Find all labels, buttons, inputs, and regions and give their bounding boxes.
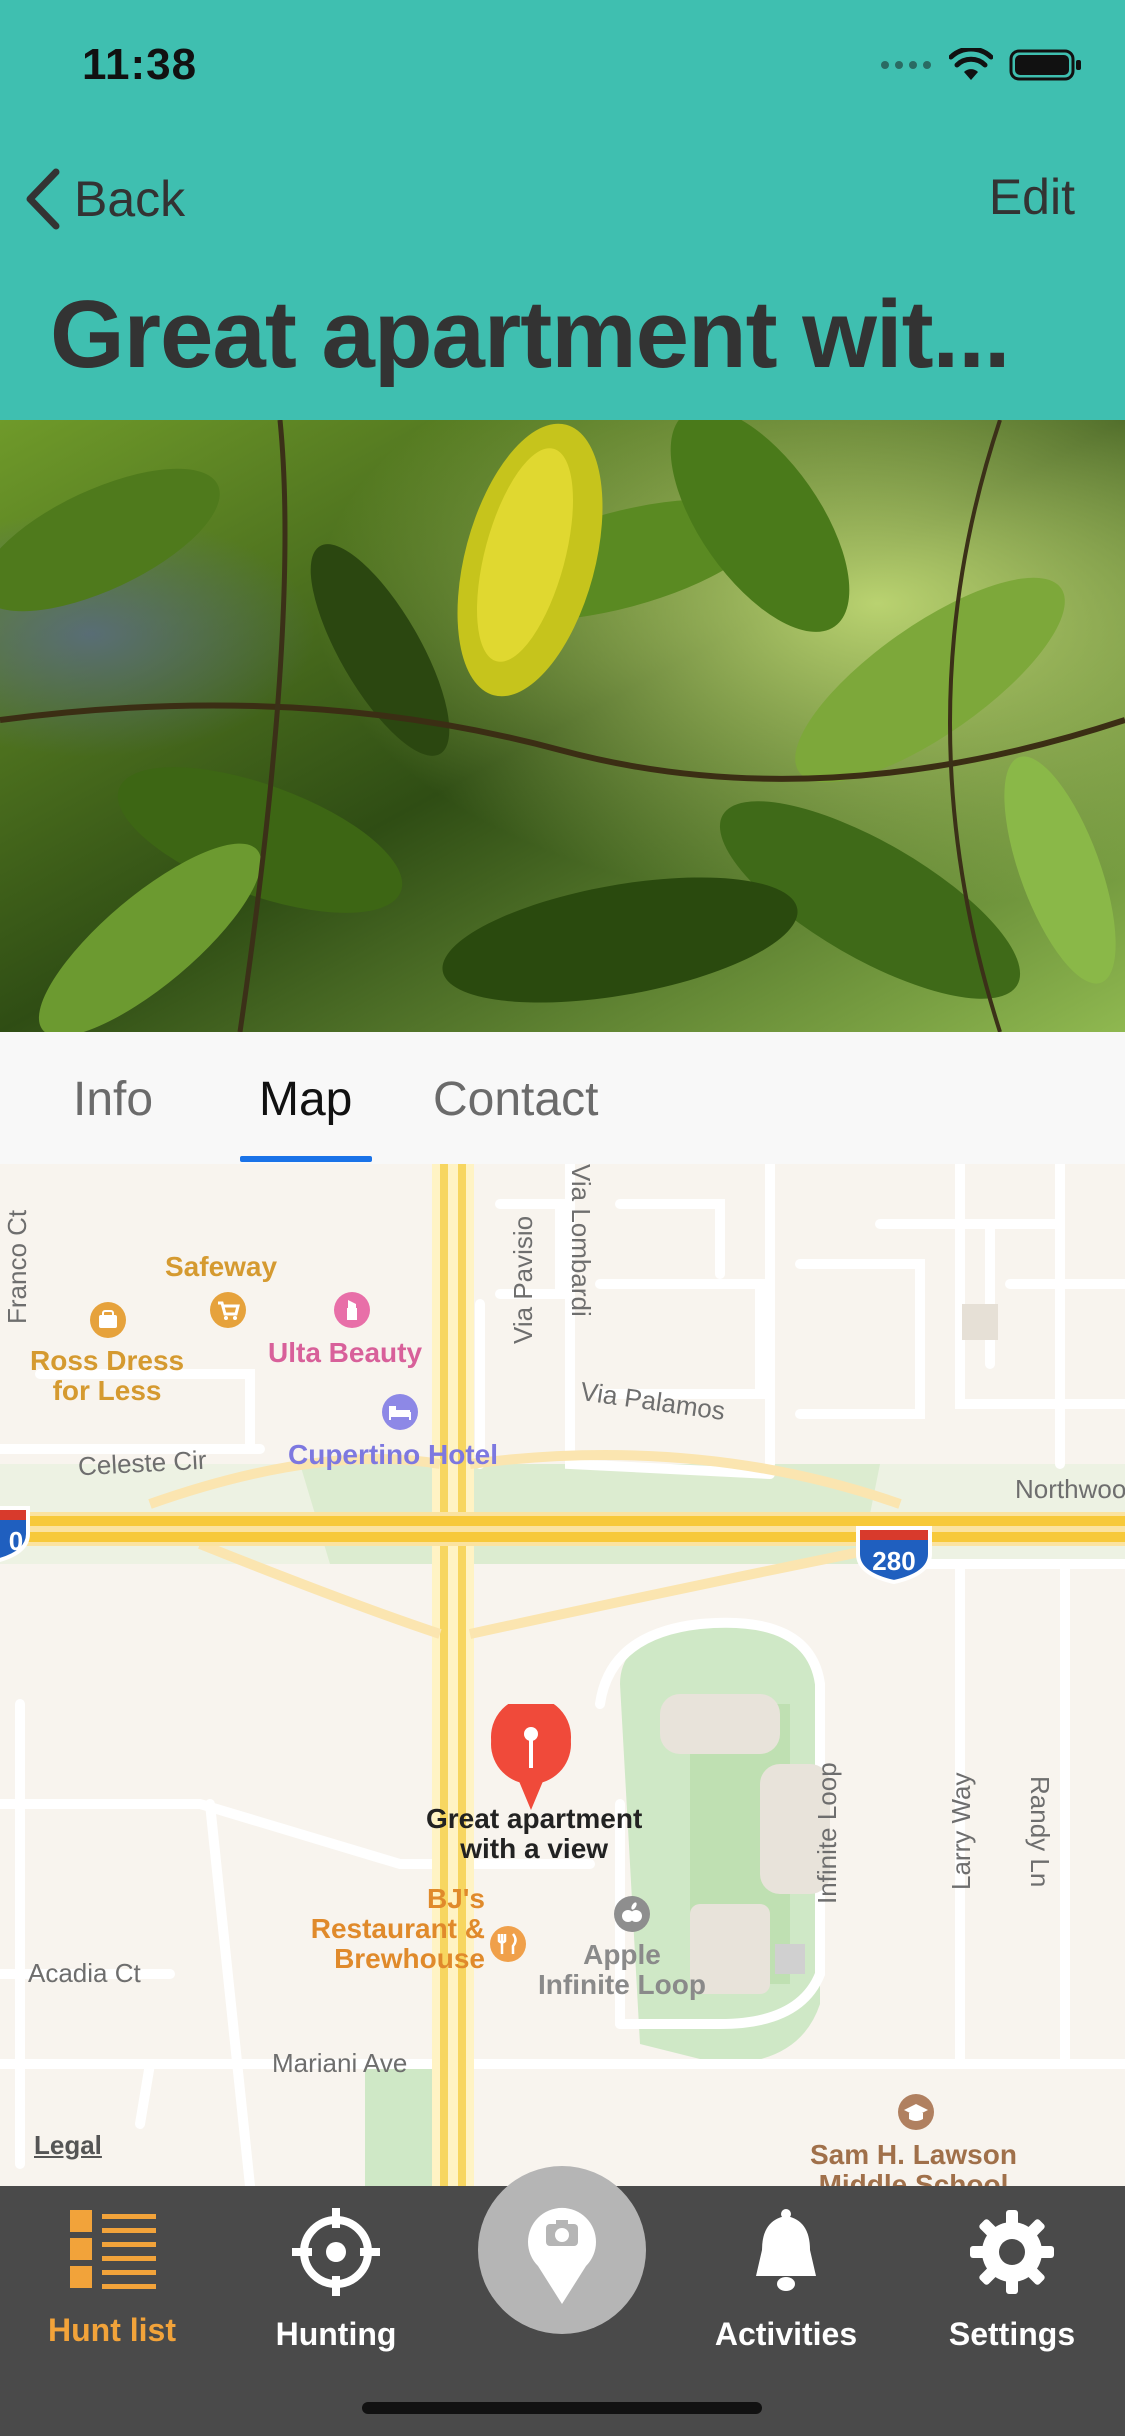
back-button[interactable]: Back	[24, 168, 185, 230]
add-photo-button[interactable]	[478, 2166, 646, 2334]
gear-icon	[970, 2210, 1054, 2294]
poi-school[interactable]: Sam H. Lawson Middle School	[810, 2140, 1017, 2187]
wifi-icon	[949, 48, 993, 80]
highway-shield-left-number: 0	[8, 1526, 24, 1556]
legal-link[interactable]: Legal	[34, 2130, 102, 2161]
pin-label[interactable]: Great apartment with a view	[426, 1804, 642, 1864]
bell-icon	[756, 2209, 816, 2291]
highway-280-shield: 280	[852, 1524, 936, 1589]
listing-photo[interactable]	[0, 420, 1125, 1032]
street-acadia-ct: Acadia Ct	[28, 1958, 141, 1988]
map-pin-icon[interactable]	[486, 1696, 576, 1819]
highway-shield-left: 0	[0, 1504, 34, 1569]
poi-ulta[interactable]: Ulta Beauty	[268, 1338, 422, 1368]
active-tab-indicator	[240, 1156, 372, 1162]
tab-hunting-label: Hunting	[275, 2316, 397, 2352]
tab-activities-label: Activities	[714, 2316, 858, 2352]
poi-bjs[interactable]: BJ's Restaurant & Brewhouse	[285, 1884, 485, 1974]
street-via-pavisio: Via Pavisio	[508, 1215, 538, 1344]
apple-icon[interactable]	[612, 1894, 652, 1939]
shopping-cart-icon[interactable]	[208, 1290, 248, 1335]
poi-apple[interactable]: Apple Infinite Loop	[538, 1940, 706, 2000]
street-franco-ct: Franco Ct	[2, 1209, 32, 1324]
shopping-bag-icon[interactable]	[88, 1300, 128, 1345]
tab-map[interactable]: Map	[259, 1072, 352, 1127]
poi-ross[interactable]: Ross Dress for Less	[30, 1346, 184, 1406]
signal-icon	[881, 61, 931, 69]
lipstick-icon[interactable]	[332, 1290, 372, 1335]
home-indicator[interactable]	[362, 2402, 762, 2414]
back-label: Back	[74, 171, 186, 227]
status-time: 11:38	[82, 40, 198, 89]
tab-settings[interactable]: Settings	[922, 2206, 1102, 2353]
edit-button[interactable]: Edit	[989, 168, 1075, 226]
map-view[interactable]: 280 0 Franco Ct Via Pavisio Via Lombardi…	[0, 1164, 1125, 2186]
tab-hunting[interactable]: Hunting	[246, 2206, 426, 2353]
graduation-cap-icon[interactable]	[896, 2092, 936, 2137]
street-infinite-loop: Infinite Loop	[812, 1762, 842, 1904]
highway-shield-number: 280	[872, 1546, 916, 1576]
page-title: Great apartment wit...	[50, 281, 1011, 388]
status-icons	[879, 48, 1083, 82]
navigation-header: 11:38 Back Edit Great apartment wit...	[0, 0, 1125, 420]
segment-tabs: Info Map Contact	[0, 1032, 1125, 1164]
battery-icon	[1009, 49, 1081, 81]
map-roads	[0, 1164, 1125, 2186]
poi-safeway[interactable]: Safeway	[165, 1252, 277, 1282]
tab-contact[interactable]: Contact	[433, 1072, 598, 1127]
tab-activities[interactable]: Activities	[696, 2206, 876, 2353]
tab-hunt-list[interactable]: Hunt list	[22, 2206, 202, 2349]
fork-knife-icon[interactable]	[488, 1924, 528, 1969]
leaves-photo	[0, 420, 1125, 1032]
street-mariani-ave: Mariani Ave	[272, 2048, 408, 2078]
street-larry-way: Larry Way	[946, 1772, 976, 1891]
bottom-tab-bar: Hunt list Hunting Activities Settings	[0, 2166, 1125, 2436]
street-randy-ln: Randy Ln	[1025, 1776, 1055, 1888]
camera-pin-icon	[528, 2207, 596, 2304]
tab-hunt-list-label: Hunt list	[48, 2312, 176, 2348]
chevron-left-icon	[26, 168, 60, 230]
street-via-lombardi: Via Lombardi	[566, 1164, 596, 1317]
street-northwood: Northwood	[1015, 1474, 1125, 1504]
poi-cupertino-hotel[interactable]: Cupertino Hotel	[288, 1440, 498, 1470]
tab-info[interactable]: Info	[73, 1072, 153, 1127]
tab-settings-label: Settings	[948, 2316, 1076, 2352]
bed-icon[interactable]	[380, 1392, 420, 1437]
crosshair-icon	[292, 2208, 380, 2296]
list-icon	[70, 2210, 156, 2289]
